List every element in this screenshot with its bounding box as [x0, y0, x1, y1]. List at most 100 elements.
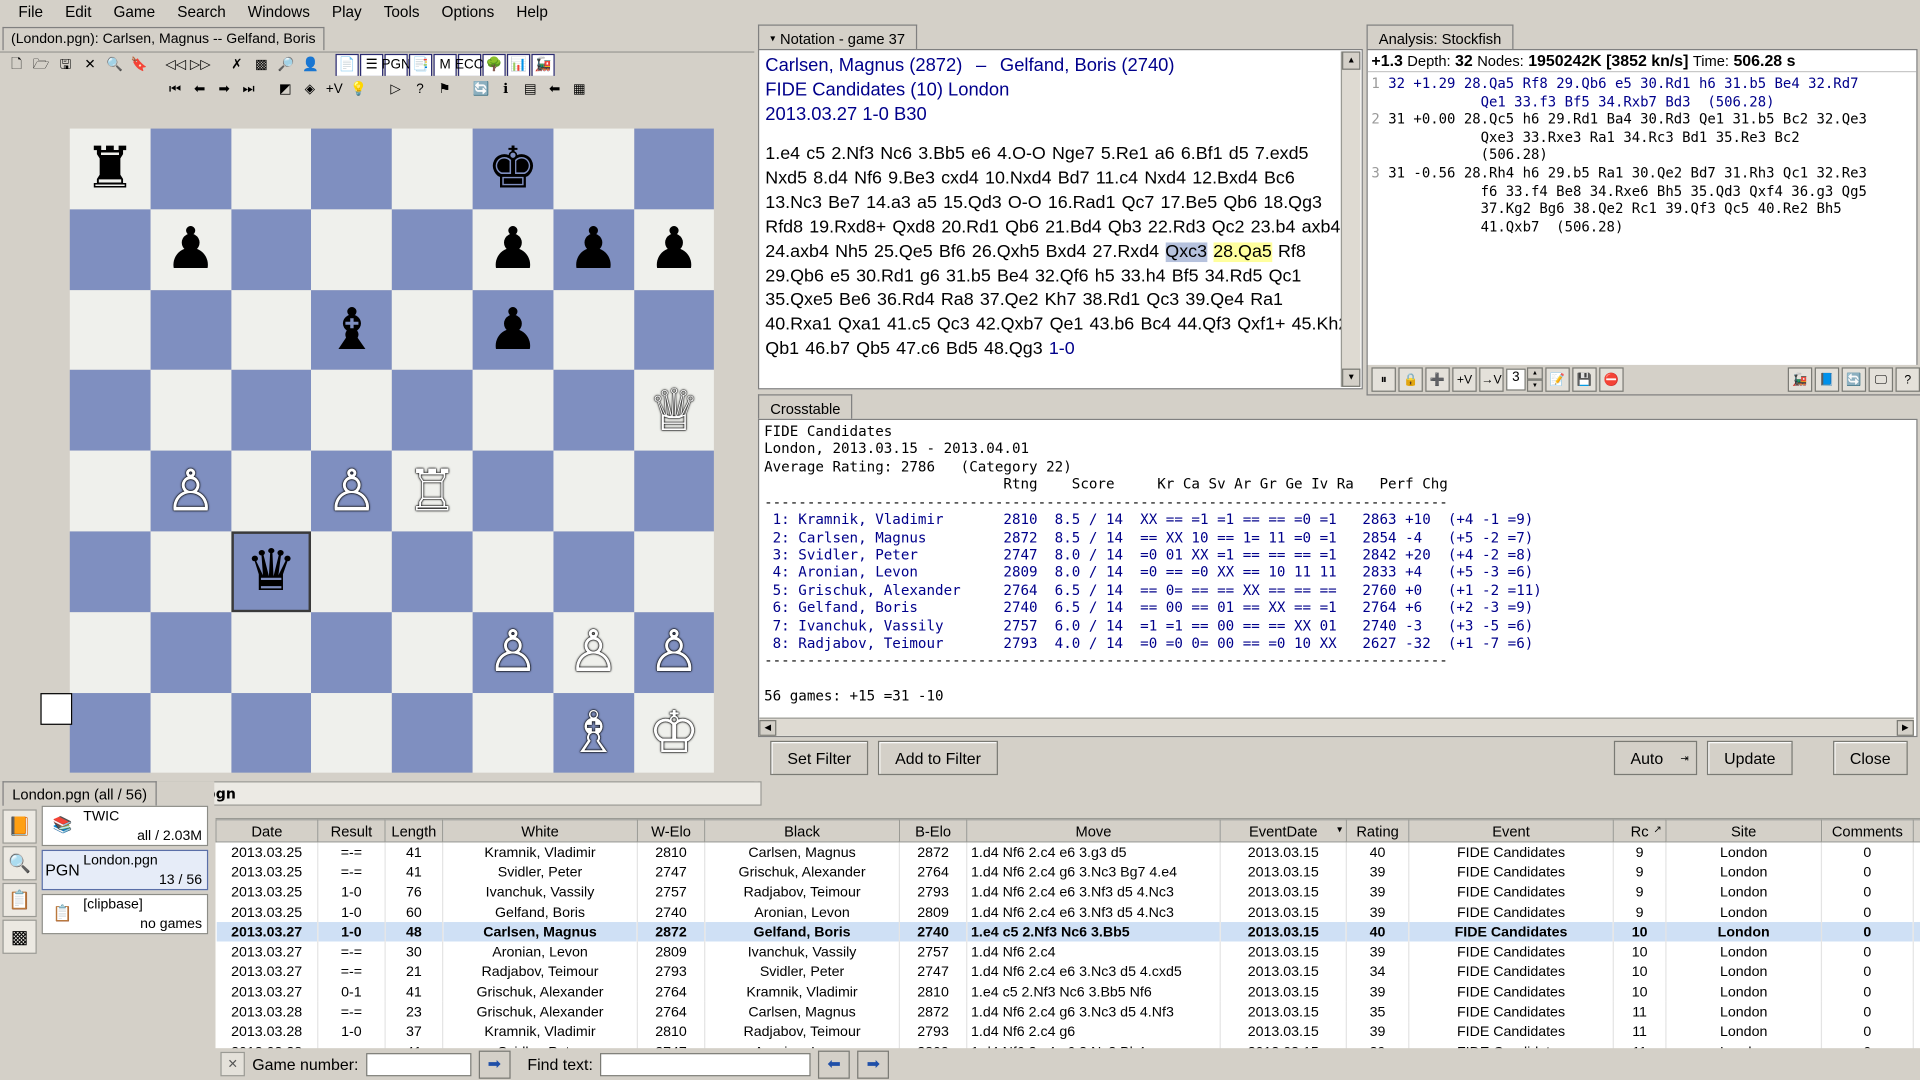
square-g7[interactable]: ♟ — [553, 209, 634, 290]
find-previous-button[interactable]: ⬅ — [818, 1050, 851, 1079]
square-f5[interactable] — [472, 370, 554, 451]
column-header-rating[interactable]: Rating — [1345, 819, 1410, 843]
column-header-comments[interactable]: Comments — [1820, 819, 1914, 843]
square-c2[interactable] — [230, 611, 312, 693]
board-icon[interactable]: ▩ — [2, 919, 37, 954]
game-number-input[interactable] — [365, 1052, 472, 1076]
square-f7[interactable]: ♟ — [472, 209, 554, 290]
piece-P[interactable]: ♙ — [326, 462, 378, 520]
lock-button[interactable]: 🔒 — [1398, 367, 1423, 392]
column-header-event[interactable]: Event — [1408, 819, 1614, 843]
header-search-icon[interactable]: 🔎 — [274, 53, 297, 76]
back-arrow-icon[interactable]: ⬅ — [543, 78, 566, 101]
game-info-icon[interactable]: 📄 — [335, 53, 359, 77]
square-g6[interactable] — [553, 289, 634, 371]
square-a4[interactable] — [69, 450, 151, 532]
piece-p[interactable]: ♟ — [568, 221, 620, 279]
go-end-icon[interactable]: ⏭ — [237, 78, 260, 101]
square-f2[interactable]: ♙ — [472, 611, 554, 693]
table-row[interactable]: 2013.03.28 1-0 37 Kramnik, Vladimir 2810 Radj… — [216, 1022, 1920, 1043]
table-row[interactable]: 2013.03.25 1-0 60 Gelfand, Boris 2740 Aronian… — [216, 902, 1920, 923]
update-button[interactable]: Update — [1707, 740, 1793, 776]
bookmark-icon[interactable]: 🔖 — [127, 53, 150, 76]
square-b8[interactable] — [150, 128, 231, 210]
square-g1[interactable]: ♗ — [553, 692, 634, 774]
column-header-variations[interactable]: Variations — [1912, 819, 1920, 843]
piece-K[interactable]: ♔ — [648, 704, 700, 762]
piece-P[interactable]: ♙ — [165, 462, 217, 520]
square-c7[interactable] — [230, 209, 312, 290]
stepper-arrows[interactable]: ▲ ▼ — [1526, 367, 1543, 392]
column-header-rc[interactable]: Rc ↗ — [1612, 819, 1667, 843]
square-e4[interactable]: ♖ — [392, 450, 473, 532]
piece-P[interactable]: ♙ — [568, 623, 620, 681]
table-row[interactable]: 2013.03.27 =-= 21 Radjabov, Teimour 2793 Svid… — [216, 962, 1920, 983]
engine-config-button[interactable]: 🚂 — [1787, 367, 1813, 392]
crosstable-row[interactable]: 3: Svidler, Peter 2747 8.0 / 14 =0 01 XX… — [764, 546, 1911, 564]
close-button[interactable]: Close — [1832, 740, 1908, 776]
scroll-up-icon[interactable]: ▲ — [1342, 51, 1361, 70]
square-e1[interactable] — [392, 692, 473, 774]
analysis-lines[interactable]: 1 32 +1.29 28.Qa5 Rf8 29.Qb6 e5 30.Rd1 h… — [1368, 72, 1917, 238]
piece-B[interactable]: ♗ — [568, 704, 620, 762]
tree-window-icon[interactable]: M — [433, 53, 457, 77]
crosstable-body[interactable]: FIDE Candidates London, 2013.03.15 - 2013… — [757, 418, 1918, 738]
square-e3[interactable] — [392, 531, 473, 612]
square-c1[interactable] — [230, 692, 312, 774]
square-d2[interactable] — [311, 611, 393, 693]
piece-p[interactable]: ♟ — [487, 221, 539, 279]
square-f6[interactable]: ♟ — [472, 289, 554, 371]
refresh-button[interactable]: 🔄 — [1841, 367, 1867, 392]
board-search-icon[interactable]: ▩ — [250, 53, 273, 76]
piece-p[interactable]: ♟ — [165, 221, 217, 279]
set-filter-button[interactable]: Set Filter — [770, 740, 869, 776]
square-b7[interactable]: ♟ — [150, 209, 231, 290]
square-g3[interactable] — [553, 531, 634, 612]
square-a5[interactable] — [69, 370, 151, 451]
table-row[interactable]: 2013.03.27 1-0 48 Carlsen, Magnus 2872 Gelfan… — [216, 922, 1920, 943]
reset-filter-icon[interactable]: ✗ — [225, 53, 248, 76]
multipv-value[interactable]: 3 — [1506, 368, 1526, 391]
add-button[interactable]: ➕ — [1425, 367, 1450, 392]
table-row[interactable]: 2013.03.27 0-1 41 Grischuk, Alexander 2764 Kr… — [216, 982, 1920, 1003]
menu-item-game[interactable]: Game — [102, 1, 166, 23]
book-button[interactable]: 📘 — [1814, 367, 1840, 392]
square-b6[interactable] — [150, 289, 231, 371]
crosstable-row[interactable]: 1: Kramnik, Vladimir 2810 8.5 / 14 XX ==… — [764, 511, 1911, 529]
square-e5[interactable] — [392, 370, 473, 451]
square-b1[interactable] — [150, 692, 231, 774]
auto-dropdown[interactable]: Auto ⇥ — [1613, 740, 1698, 776]
square-a1[interactable] — [69, 692, 151, 774]
add-to-filter-button[interactable]: Add to Filter — [877, 740, 999, 776]
column-header-eventdate[interactable]: EventDate ▾ — [1219, 819, 1347, 843]
square-f1[interactable] — [472, 692, 554, 774]
square-c8[interactable] — [230, 128, 312, 210]
piece-q[interactable]: ♛ — [245, 543, 297, 601]
square-h8[interactable] — [633, 128, 715, 210]
new-game-icon[interactable]: 🗋 — [5, 53, 28, 76]
square-f8[interactable]: ♚ — [472, 128, 554, 210]
square-b2[interactable] — [150, 611, 231, 693]
column-header-site[interactable]: Site — [1665, 819, 1823, 843]
piece-p[interactable]: ♟ — [487, 301, 539, 359]
open-database-icon[interactable]: 🗁 — [29, 53, 52, 76]
go-back-icon[interactable]: ⬅ — [188, 78, 211, 101]
find-next-button[interactable]: ➡ — [857, 1050, 890, 1079]
table-row[interactable]: 2013.03.28 =-= 23 Grischuk, Alexander 2764 Ca… — [216, 1002, 1920, 1023]
clear-icon[interactable]: ✕ — [220, 1051, 245, 1077]
square-b5[interactable] — [150, 370, 231, 451]
play-icon[interactable]: ▷ — [384, 78, 407, 101]
square-f3[interactable] — [472, 531, 554, 612]
pgn-window-icon[interactable]: PGN — [382, 53, 411, 77]
go-forward-icon[interactable]: ➡ — [212, 78, 235, 101]
crosstable-row[interactable]: 2: Carlsen, Magnus 2872 8.5 / 14 == XX 1… — [764, 528, 1911, 546]
save-analysis-button[interactable]: 💾 — [1572, 367, 1597, 392]
engine-icon[interactable]: 🚂 — [531, 53, 555, 77]
pause-button[interactable]: ⏸ — [1371, 367, 1396, 392]
piece-P[interactable]: ♙ — [648, 623, 700, 681]
sort-indicator-icon[interactable]: ↗ — [1653, 824, 1661, 835]
square-h4[interactable] — [633, 450, 715, 532]
square-d6[interactable]: ♝ — [311, 289, 393, 371]
square-d3[interactable] — [311, 531, 393, 612]
menu-item-tools[interactable]: Tools — [373, 1, 431, 23]
